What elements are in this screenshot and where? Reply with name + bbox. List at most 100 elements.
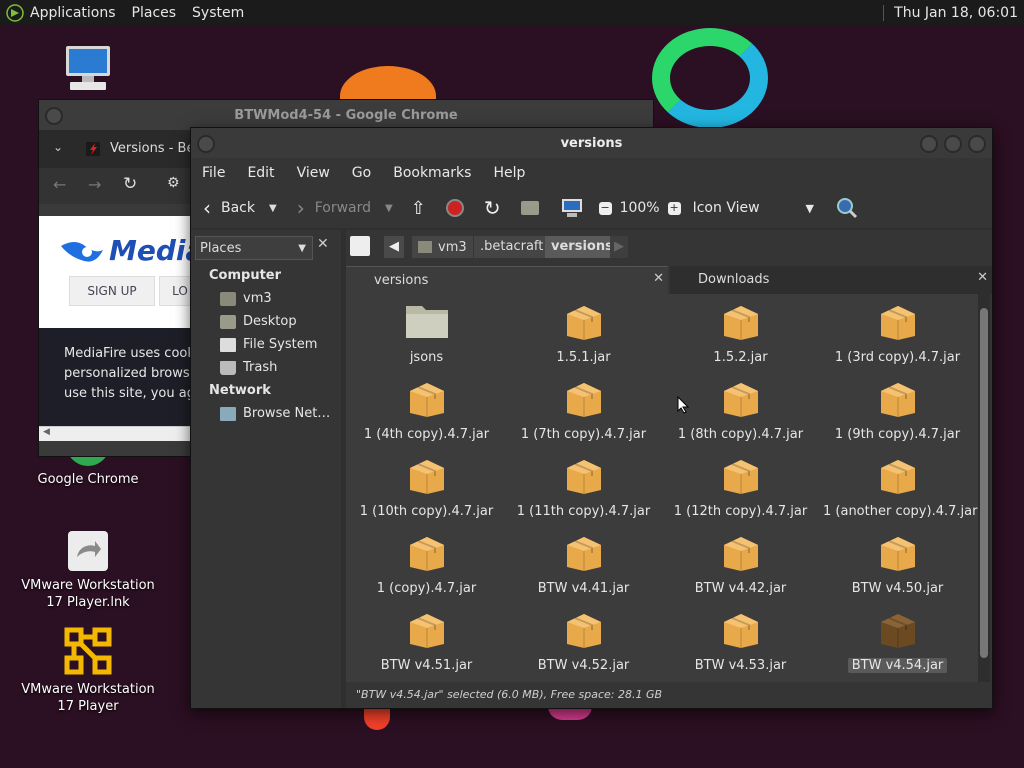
sidebar-item-label: vm3 xyxy=(243,291,272,306)
file-item[interactable]: 1 (12th copy).4.7.jar xyxy=(662,454,819,519)
tab-versions[interactable]: versions ✕ xyxy=(346,266,668,295)
mate-logo-icon[interactable] xyxy=(6,3,24,22)
places-menu[interactable]: Places xyxy=(132,5,177,21)
menu-bookmarks[interactable]: Bookmarks xyxy=(382,165,482,181)
site-settings-icon[interactable]: ⚙ xyxy=(167,175,180,191)
signup-button[interactable]: SIGN UP xyxy=(69,276,155,306)
close-tab-icon[interactable]: ✕ xyxy=(977,270,988,285)
file-name-label: BTW v4.50.jar xyxy=(851,581,944,596)
edit-location-icon[interactable] xyxy=(350,236,370,256)
file-name-label: 1.5.1.jar xyxy=(556,350,611,365)
forward-history-dropdown-icon[interactable]: ▼ xyxy=(385,203,393,214)
view-mode-dropdown-icon[interactable]: ▼ xyxy=(806,202,814,215)
file-item[interactable]: BTW v4.54.jar xyxy=(819,608,976,673)
file-item[interactable]: BTW v4.42.jar xyxy=(662,531,819,596)
file-name-label: 1 (another copy).4.7.jar xyxy=(823,504,978,519)
back-history-dropdown-icon[interactable]: ▼ xyxy=(269,203,277,214)
file-item[interactable]: 1 (9th copy).4.7.jar xyxy=(819,377,976,442)
file-item[interactable]: BTW v4.50.jar xyxy=(819,531,976,596)
path-crumb-versions[interactable]: versions xyxy=(545,236,619,258)
file-item[interactable]: BTW v4.51.jar xyxy=(348,608,505,673)
file-item[interactable]: 1 (11th copy).4.7.jar xyxy=(505,454,662,519)
sidebar-item-desktop[interactable]: Desktop xyxy=(220,314,297,329)
home-folder-icon[interactable] xyxy=(520,201,539,215)
search-icon[interactable] xyxy=(836,197,858,219)
forward-button[interactable]: › Forward ▼ xyxy=(297,196,393,220)
jar-archive-icon xyxy=(723,537,758,571)
path-crumb-vm3[interactable]: vm3 xyxy=(412,236,473,258)
jar-archive-icon xyxy=(723,383,758,417)
menubar: File Edit View Go Bookmarks Help xyxy=(191,158,992,188)
file-item[interactable]: BTW v4.53.jar xyxy=(662,608,819,673)
sidebar-selector[interactable]: Places ▼ xyxy=(195,236,313,260)
tab-downloads[interactable]: Downloads ✕ xyxy=(670,266,992,294)
back-arrow-icon[interactable]: ← xyxy=(53,175,66,194)
chrome-tab-title[interactable]: Versions - Bet xyxy=(110,141,200,156)
applications-menu[interactable]: Applications xyxy=(30,5,116,21)
back-button[interactable]: ‹ Back ▼ xyxy=(203,196,277,220)
close-tab-icon[interactable]: ✕ xyxy=(653,271,664,286)
close-sidebar-icon[interactable]: ✕ xyxy=(317,236,329,252)
scrollbar-thumb[interactable] xyxy=(980,308,988,658)
shortcut-icon xyxy=(68,531,108,571)
zoom-out-icon[interactable]: − xyxy=(598,201,612,215)
sidebar-item-trash[interactable]: Trash xyxy=(220,360,277,375)
vmware-icon xyxy=(64,627,112,675)
sidebar-item-label: Trash xyxy=(243,360,278,375)
jar-archive-icon xyxy=(566,460,601,494)
path-left-arrow-icon[interactable]: ◀ xyxy=(384,236,404,258)
file-item[interactable]: BTW v4.41.jar xyxy=(505,531,662,596)
view-mode-select[interactable]: Icon View xyxy=(693,200,760,216)
menu-view[interactable]: View xyxy=(286,165,341,181)
close-button[interactable] xyxy=(968,135,986,153)
desktop-icon-vmware-player[interactable]: VMware Workstation 17 Player xyxy=(13,626,163,715)
file-item[interactable]: 1.5.1.jar xyxy=(505,300,662,365)
file-item[interactable]: BTW v4.52.jar xyxy=(505,608,662,673)
menu-file[interactable]: File xyxy=(191,165,236,181)
sidebar-item-browse-network[interactable]: Browse Net… xyxy=(220,406,330,421)
file-manager-window[interactable]: versions File Edit View Go Bookmarks Hel… xyxy=(190,127,993,709)
folder-item[interactable]: jsons xyxy=(348,300,505,365)
maximize-button[interactable] xyxy=(944,135,962,153)
path-right-arrow-icon[interactable]: ▶ xyxy=(610,236,628,258)
clock[interactable]: Thu Jan 18, 06:01 xyxy=(883,4,1024,21)
jar-archive-icon xyxy=(723,460,758,494)
sidebar-item-file-system[interactable]: File System xyxy=(220,337,317,352)
jar-archive-icon xyxy=(723,614,758,648)
desktop-icon-vmware-player-lnk[interactable]: VMware Workstation 17 Player.lnk xyxy=(13,530,163,611)
file-name-label: 1 (copy).4.7.jar xyxy=(376,581,477,596)
desktop-icon-computer[interactable] xyxy=(13,44,163,97)
stop-icon[interactable] xyxy=(445,199,464,217)
vertical-scrollbar[interactable] xyxy=(978,294,990,682)
file-item[interactable]: 1 (copy).4.7.jar xyxy=(348,531,505,596)
menu-go[interactable]: Go xyxy=(341,165,382,181)
zoom-in-icon[interactable]: + xyxy=(667,201,681,215)
forward-arrow-icon[interactable]: → xyxy=(88,175,101,194)
menu-edit[interactable]: Edit xyxy=(236,165,285,181)
sidebar-item-vm3[interactable]: vm3 xyxy=(220,291,272,306)
file-name-label: 1 (3rd copy).4.7.jar xyxy=(834,350,961,365)
file-item[interactable]: 1 (10th copy).4.7.jar xyxy=(348,454,505,519)
file-item[interactable]: 1 (7th copy).4.7.jar xyxy=(505,377,662,442)
computer-icon[interactable] xyxy=(561,198,583,218)
chrome-titlebar[interactable]: BTWMod4-54 - Google Chrome xyxy=(39,100,653,130)
minimize-button[interactable] xyxy=(920,135,938,153)
file-manager-titlebar[interactable]: versions xyxy=(191,128,992,158)
file-item[interactable]: 1 (4th copy).4.7.jar xyxy=(348,377,505,442)
menu-help[interactable]: Help xyxy=(482,165,536,181)
system-menu[interactable]: System xyxy=(192,5,244,21)
window-menu-button[interactable] xyxy=(197,135,215,153)
tab-list-chevron-icon[interactable]: ⌄ xyxy=(53,140,63,154)
file-item[interactable]: 1 (another copy).4.7.jar xyxy=(819,454,977,519)
file-item[interactable]: 1 (3rd copy).4.7.jar xyxy=(819,300,976,365)
reload-icon[interactable]: ↻ xyxy=(123,174,137,194)
reload-icon[interactable]: ↻ xyxy=(484,196,501,220)
sidebar-item-label: Browse Net… xyxy=(243,406,331,421)
path-crumb-betacraft[interactable]: .betacraft xyxy=(474,236,550,258)
window-menu-button[interactable] xyxy=(45,107,63,125)
file-item[interactable]: 1.5.2.jar xyxy=(662,300,819,365)
up-arrow-icon[interactable]: ⇧ xyxy=(411,198,426,219)
scroll-left-arrow-icon[interactable]: ◀ xyxy=(43,427,50,437)
file-name-label: 1 (12th copy).4.7.jar xyxy=(673,504,808,519)
toolbar: ‹ Back ▼ › Forward ▼ ⇧ ↻ − 100% + Icon V… xyxy=(191,188,992,228)
